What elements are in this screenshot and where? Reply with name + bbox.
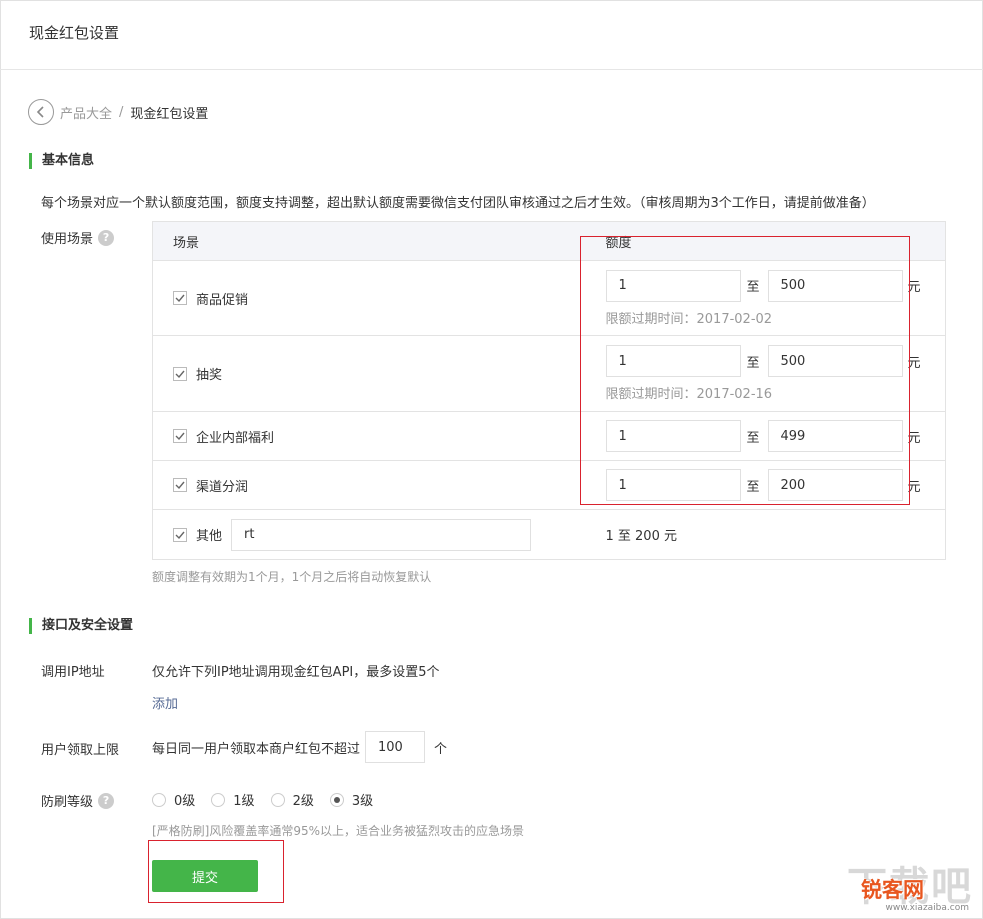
- back-button[interactable]: [28, 99, 54, 125]
- scene-name: 企业内部福利: [196, 430, 275, 446]
- other-amount-text: 1 至 200 元: [605, 529, 677, 544]
- radio-icon: [270, 792, 285, 807]
- page-title: 现金红包设置: [29, 24, 120, 42]
- to-text: 至: [746, 479, 760, 495]
- unit-text: 元: [907, 479, 921, 495]
- radio-icon: [211, 792, 226, 807]
- scene-name: 抽奖: [196, 368, 223, 383]
- min-amount-input[interactable]: [605, 269, 741, 302]
- radio-icon: [152, 792, 166, 807]
- level-radio-0[interactable]: 0级: [152, 790, 195, 809]
- table-row: 抽奖 至 元 限额过期时间：2017-02-16: [152, 335, 946, 412]
- other-scene-input[interactable]: [231, 518, 532, 551]
- breadcrumb-separator: /: [119, 104, 124, 120]
- breadcrumb-current: 现金红包设置: [130, 106, 209, 122]
- scene-name: 其他: [196, 529, 223, 544]
- limit-suffix: 个: [434, 741, 448, 757]
- min-amount-input[interactable]: [605, 345, 741, 377]
- radio-dot: [333, 796, 340, 803]
- scene-label-text: 使用场景: [41, 232, 94, 247]
- limit-row: 每日同一用户领取本商户红包不超过 个: [152, 731, 447, 763]
- to-text: 至: [746, 430, 760, 446]
- page-header: 现金红包设置: [0, 0, 983, 70]
- limit-input[interactable]: [365, 731, 426, 763]
- checkmark-icon: [175, 481, 185, 490]
- unit-text: 元: [907, 280, 921, 295]
- expire-text: 限额过期时间：2017-02-02: [605, 311, 773, 327]
- chevron-left-icon: [36, 106, 44, 118]
- submit-button[interactable]: 提交: [152, 860, 258, 892]
- to-text: 至: [746, 355, 760, 371]
- scene-name: 渠道分润: [196, 479, 249, 495]
- scene-table: 场景 额度 商品促销 至 元 限额过期时间：2017-02-02: [152, 221, 946, 560]
- scene-checkbox[interactable]: [173, 429, 187, 443]
- unit-text: 元: [907, 355, 921, 371]
- ip-description: 仅允许下列IP地址调用现金红包API，最多设置5个: [152, 665, 440, 680]
- watermark: 下载吧 锐客网 www.xiazaiba.com: [843, 858, 973, 913]
- add-ip-link[interactable]: 添加: [152, 693, 178, 712]
- to-text: 至: [746, 280, 760, 295]
- limit-prefix: 每日同一用户领取本商户红包不超过: [152, 741, 361, 757]
- checkmark-icon: [175, 370, 185, 378]
- table-row: 商品促销 至 元 限额过期时间：2017-02-02: [152, 260, 946, 336]
- help-icon[interactable]: ?: [98, 792, 115, 809]
- level-radio-1[interactable]: 1级: [211, 790, 255, 809]
- scene-name: 商品促销: [196, 292, 249, 308]
- min-amount-input[interactable]: [605, 420, 741, 452]
- quota-note: 每个场景对应一个默认额度范围，额度支持调整，超出默认额度需要微信支付团队审核通过…: [41, 196, 875, 211]
- breadcrumb: 产品大全 / 现金红包设置: [28, 99, 208, 125]
- level-radio-2[interactable]: 2级: [270, 790, 314, 809]
- scene-checkbox[interactable]: [173, 527, 187, 542]
- breadcrumb-parent-link[interactable]: 产品大全: [60, 103, 112, 122]
- checkmark-icon: [175, 294, 185, 303]
- ip-label: 调用IP地址: [41, 661, 105, 680]
- max-amount-input[interactable]: [767, 420, 903, 452]
- level-label: 防刷等级 ?: [41, 791, 115, 810]
- level-radio-3[interactable]: 3级: [329, 790, 374, 809]
- scene-checkbox[interactable]: [173, 478, 187, 492]
- limit-label-text: 用户领取上限: [41, 743, 120, 758]
- max-amount-input[interactable]: [767, 469, 903, 501]
- watermark-brand: 锐客网: [861, 878, 924, 902]
- level-option-label: 2级: [292, 794, 314, 809]
- max-amount-input[interactable]: [767, 345, 903, 377]
- min-amount-input[interactable]: [605, 469, 741, 501]
- scene-checkbox[interactable]: [173, 366, 187, 381]
- watermark-site: www.xiazaiba.com: [885, 903, 969, 913]
- level-option-label: 1级: [233, 794, 255, 809]
- quota-validity-hint: 额度调整有效期为1个月，1个月之后将自动恢复默认: [152, 570, 432, 584]
- section-title-basic: 基本信息: [29, 153, 94, 169]
- level-label-text: 防刷等级: [41, 795, 94, 810]
- expire-text: 限额过期时间：2017-02-16: [605, 387, 773, 402]
- help-icon[interactable]: ?: [98, 229, 115, 246]
- checkmark-icon: [175, 432, 185, 441]
- scene-label: 使用场景 ?: [41, 228, 115, 247]
- level-option-label: 3级: [351, 794, 374, 809]
- unit-text: 元: [907, 430, 921, 446]
- ip-label-text: 调用IP地址: [41, 665, 105, 680]
- checkmark-icon: [175, 531, 185, 539]
- column-header-scene: 场景: [152, 221, 581, 261]
- radio-selected-icon: [329, 792, 344, 807]
- section-title-security: 接口及安全设置: [29, 618, 133, 634]
- column-header-amount: 额度: [580, 221, 946, 261]
- table-row: 企业内部福利 至 元: [152, 411, 946, 461]
- scene-checkbox[interactable]: [173, 291, 187, 305]
- limit-label: 用户领取上限: [41, 739, 119, 758]
- table-row: 其他 1 至 200 元: [152, 509, 946, 560]
- level-hint: [严格防刷]风险覆盖率通常95%以上，适合业务被猛烈攻击的应急场景: [152, 824, 525, 838]
- table-header-row: 场景 额度: [152, 221, 946, 261]
- level-option-label: 0级: [174, 794, 196, 809]
- level-radio-group: 0级 1级 2级 3级: [152, 790, 389, 809]
- max-amount-input[interactable]: [767, 269, 903, 302]
- table-row: 渠道分润 至 元: [152, 460, 946, 510]
